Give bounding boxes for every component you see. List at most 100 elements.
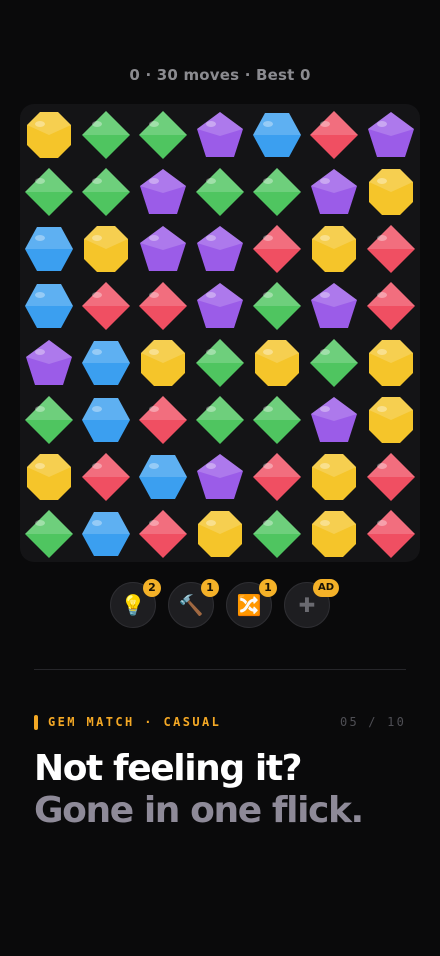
gem-cell[interactable] — [20, 277, 77, 334]
gem-cell[interactable] — [77, 334, 134, 391]
hint-button[interactable]: 💡 2 — [110, 579, 161, 628]
gem-cell[interactable] — [305, 220, 362, 277]
green-gem-icon — [138, 110, 187, 159]
purple-gem-icon — [196, 453, 243, 499]
hammer-button[interactable]: 🔨 1 — [168, 579, 219, 628]
score-status: 0 · 30 moves · Best 0 — [129, 66, 311, 84]
gem-cell[interactable] — [248, 163, 305, 220]
gem-cell[interactable] — [77, 163, 134, 220]
gem-cell[interactable] — [77, 505, 134, 562]
gem-cell[interactable] — [362, 220, 419, 277]
red-gem-icon — [252, 224, 301, 273]
gem-cell[interactable] — [248, 505, 305, 562]
gem-cell[interactable] — [191, 391, 248, 448]
gem-cell[interactable] — [248, 277, 305, 334]
gem-cell[interactable] — [305, 106, 362, 163]
gem-cell[interactable] — [20, 448, 77, 505]
yellow-gem-icon — [368, 396, 413, 443]
gem-cell[interactable] — [305, 505, 362, 562]
gem-cell[interactable] — [191, 277, 248, 334]
yellow-gem-icon — [311, 453, 356, 500]
gem-cell[interactable] — [305, 277, 362, 334]
gem-cell[interactable] — [191, 106, 248, 163]
gem-cell[interactable] — [362, 106, 419, 163]
gem-cell[interactable] — [134, 106, 191, 163]
green-gem-icon — [309, 338, 358, 387]
blue-gem-icon — [24, 226, 73, 271]
gem-cell[interactable] — [191, 448, 248, 505]
gem-cell[interactable] — [134, 220, 191, 277]
blue-gem-icon — [24, 283, 73, 328]
gem-cell[interactable] — [20, 163, 77, 220]
blue-gem-icon — [252, 112, 301, 157]
gem-cell[interactable] — [248, 220, 305, 277]
gem-cell[interactable] — [20, 106, 77, 163]
green-gem-icon — [252, 509, 301, 558]
headline-secondary: Gone in one flick. — [34, 790, 364, 831]
gem-cell[interactable] — [362, 277, 419, 334]
gem-cell[interactable] — [248, 106, 305, 163]
gem-cell[interactable] — [305, 448, 362, 505]
gem-cell[interactable] — [20, 334, 77, 391]
gem-cell[interactable] — [77, 277, 134, 334]
gem-cell[interactable] — [248, 334, 305, 391]
red-gem-icon — [138, 281, 187, 330]
yellow-gem-icon — [197, 510, 242, 557]
category-text: GEM MATCH · CASUAL — [48, 715, 222, 729]
purple-gem-icon — [196, 111, 243, 157]
gem-cell[interactable] — [191, 163, 248, 220]
gem-cell[interactable] — [134, 391, 191, 448]
gem-cell[interactable] — [248, 448, 305, 505]
green-gem-icon — [252, 395, 301, 444]
purple-gem-icon — [25, 339, 72, 385]
gem-cell[interactable] — [134, 505, 191, 562]
gem-cell[interactable] — [191, 220, 248, 277]
yellow-gem-icon — [368, 168, 413, 215]
add-booster-button[interactable]: ✚ AD — [284, 579, 339, 628]
gem-cell[interactable] — [305, 163, 362, 220]
shuffle-button[interactable]: 🔀 1 — [226, 579, 277, 628]
gem-cell[interactable] — [20, 391, 77, 448]
gem-cell[interactable] — [305, 391, 362, 448]
green-gem-icon — [81, 167, 130, 216]
gem-cell[interactable] — [134, 448, 191, 505]
purple-gem-icon — [367, 111, 414, 157]
gem-cell[interactable] — [20, 505, 77, 562]
gem-cell[interactable] — [362, 391, 419, 448]
purple-gem-icon — [196, 225, 243, 271]
yellow-gem-icon — [140, 339, 185, 386]
green-gem-icon — [24, 395, 73, 444]
gem-cell[interactable] — [77, 220, 134, 277]
blue-gem-icon — [81, 340, 130, 385]
blue-gem-icon — [81, 397, 130, 442]
headline-primary: Not feeling it? — [34, 748, 303, 789]
green-gem-icon — [252, 281, 301, 330]
shuffle-count-badge: 1 — [259, 579, 277, 597]
gem-cell[interactable] — [134, 163, 191, 220]
gem-cell[interactable] — [134, 277, 191, 334]
green-gem-icon — [24, 167, 73, 216]
gem-cell[interactable] — [362, 505, 419, 562]
green-gem-icon — [195, 167, 244, 216]
gem-cell[interactable] — [77, 448, 134, 505]
gem-cell[interactable] — [191, 334, 248, 391]
gem-cell[interactable] — [305, 334, 362, 391]
gem-cell[interactable] — [362, 334, 419, 391]
purple-gem-icon — [310, 396, 357, 442]
purple-gem-icon — [310, 168, 357, 214]
gem-cell[interactable] — [362, 448, 419, 505]
gem-board[interactable] — [20, 104, 420, 562]
gem-cell[interactable] — [191, 505, 248, 562]
yellow-gem-icon — [26, 111, 71, 158]
ad-badge: AD — [313, 579, 339, 597]
green-gem-icon — [252, 167, 301, 216]
gem-cell[interactable] — [20, 220, 77, 277]
red-gem-icon — [138, 395, 187, 444]
gem-cell[interactable] — [134, 334, 191, 391]
gem-cell[interactable] — [77, 391, 134, 448]
purple-gem-icon — [139, 225, 186, 271]
gem-cell[interactable] — [362, 163, 419, 220]
shuffle-icon: 🔀 — [236, 593, 262, 617]
gem-cell[interactable] — [248, 391, 305, 448]
gem-cell[interactable] — [77, 106, 134, 163]
